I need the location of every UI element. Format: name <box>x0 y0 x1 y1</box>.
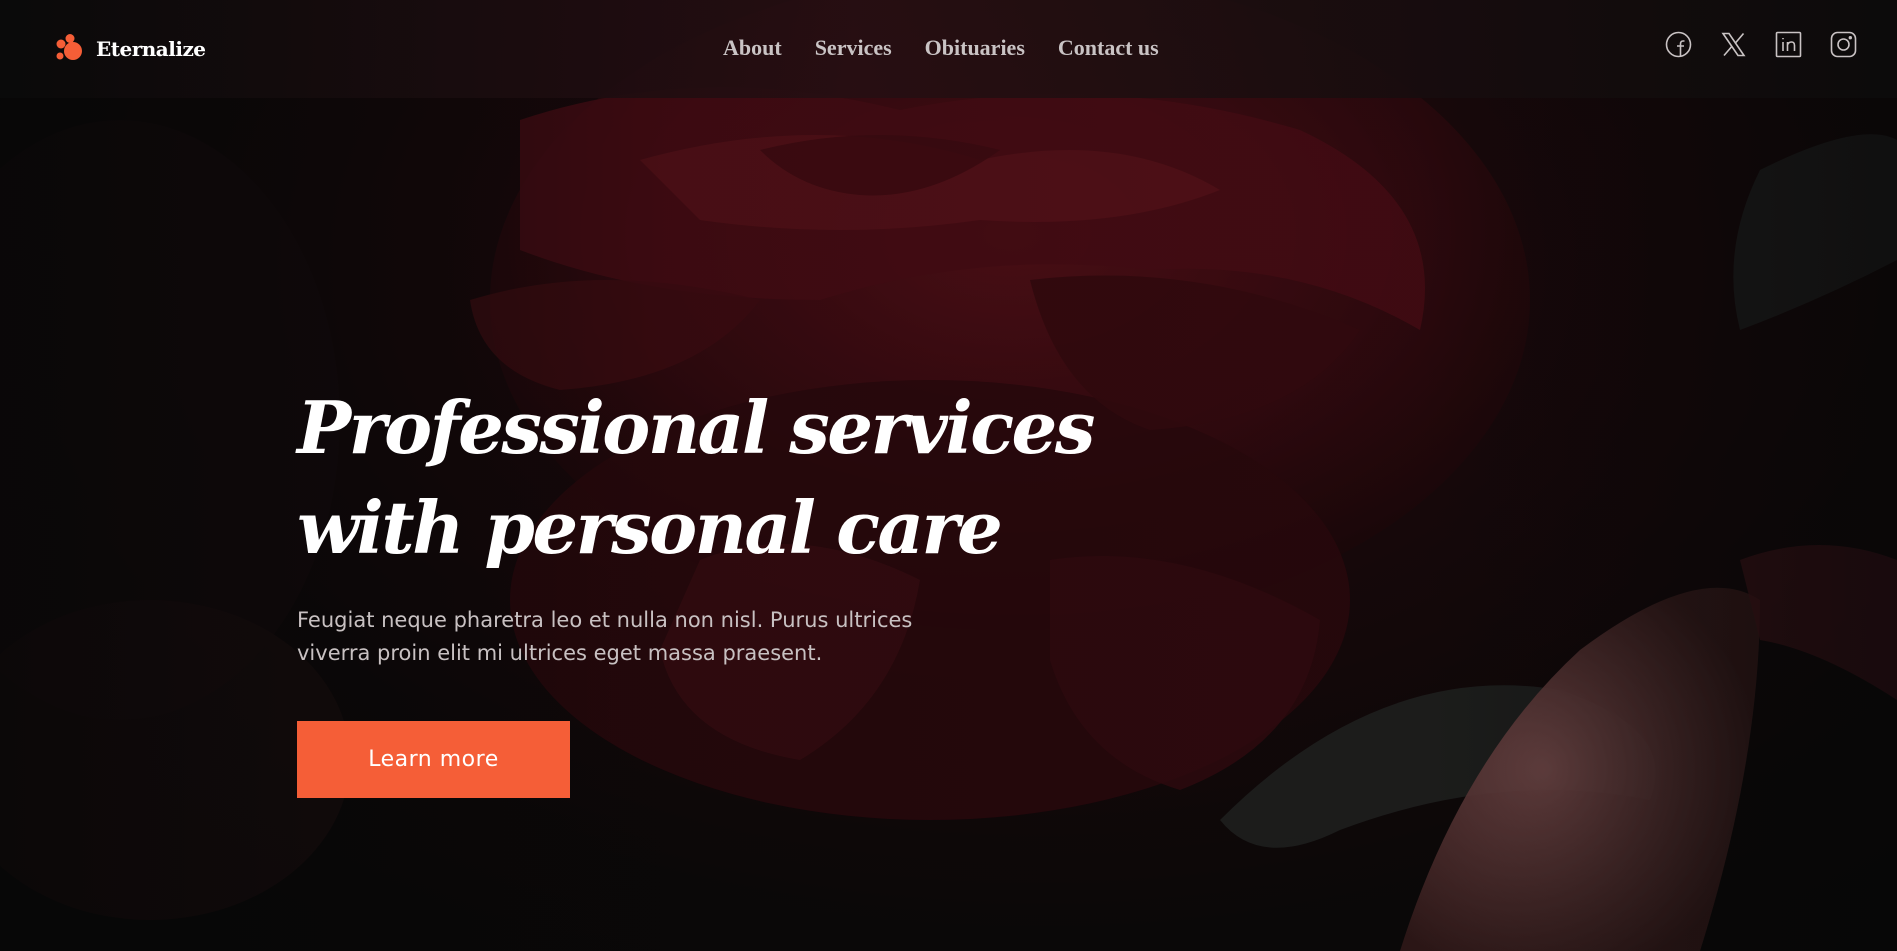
instagram-icon[interactable] <box>1830 31 1857 58</box>
brand[interactable]: Eternalize <box>55 34 206 64</box>
social-links <box>1665 31 1857 58</box>
facebook-icon[interactable] <box>1665 31 1692 58</box>
nav-link-contact[interactable]: Contact us <box>1058 35 1159 61</box>
main-nav: About Services Obituaries Contact us <box>723 35 1159 61</box>
linkedin-icon[interactable] <box>1775 31 1802 58</box>
brand-name: Eternalize <box>96 37 206 61</box>
nav-link-services[interactable]: Services <box>815 35 892 61</box>
paw-dots-logo-icon <box>56 34 82 60</box>
top-navigation-bar: Eternalize About Services Obituaries Con… <box>0 0 1897 98</box>
nav-link-obituaries[interactable]: Obituaries <box>925 35 1025 61</box>
nav-link-about[interactable]: About <box>723 35 782 61</box>
hero-headline: Professional services with personal care <box>297 378 1097 578</box>
hero-content: Professional services with personal care… <box>297 378 1097 670</box>
hero-headline-line-2: with personal care <box>297 485 1003 570</box>
hero-section: Eternalize About Services Obituaries Con… <box>0 0 1897 951</box>
learn-more-button[interactable]: Learn more <box>297 721 570 798</box>
x-twitter-icon[interactable] <box>1720 31 1747 58</box>
hero-headline-line-1: Professional services <box>297 385 1095 470</box>
hero-subtext: Feugiat neque pharetra leo et nulla non … <box>297 608 913 665</box>
